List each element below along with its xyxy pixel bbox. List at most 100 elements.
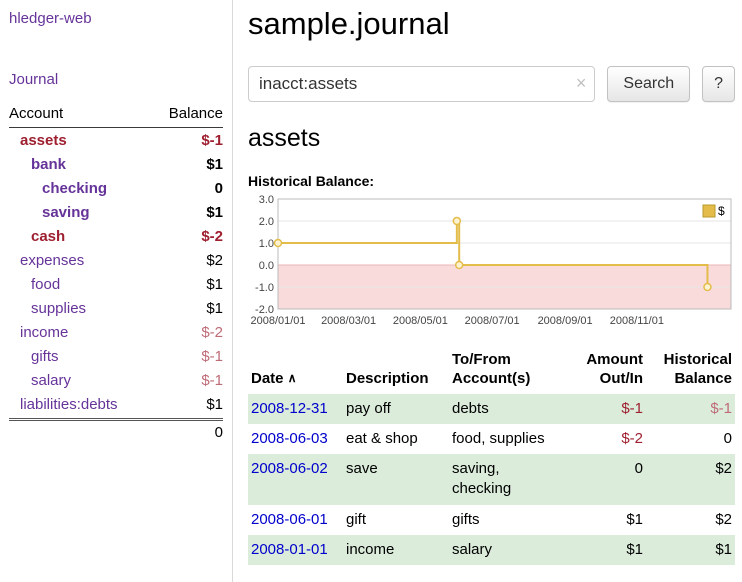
transaction-accounts-cell: salary <box>449 535 562 565</box>
transaction-date-link[interactable]: 2008-06-02 <box>251 460 328 477</box>
app-brand-link[interactable]: hledger-web <box>9 10 223 27</box>
account-row: bank $1 <box>9 152 223 176</box>
account-link[interactable]: liabilities:debts <box>9 396 206 413</box>
transaction-date-cell: 2008-12-31 <box>248 394 343 424</box>
register-row: 2008-06-01 gift gifts $1 $2 <box>248 505 735 535</box>
transaction-balance-cell: 0 <box>646 424 735 454</box>
search-box: × <box>248 66 595 102</box>
amount-header-line1: Amount <box>586 351 643 368</box>
transaction-description-cell: income <box>343 535 449 565</box>
transaction-balance-cell: $2 <box>646 454 735 505</box>
account-heading: assets <box>248 124 735 153</box>
help-button[interactable]: ? <box>702 66 735 102</box>
page-title: sample.journal <box>248 6 735 42</box>
transaction-date-link[interactable]: 2008-06-01 <box>251 511 328 528</box>
svg-text:0.0: 0.0 <box>259 260 274 272</box>
svg-text:2008/03/01: 2008/03/01 <box>321 315 376 327</box>
transaction-date-link[interactable]: 2008-01-01 <box>251 541 328 558</box>
column-date-sort[interactable]: Date ∧ <box>248 349 343 394</box>
transaction-description-cell: gift <box>343 505 449 535</box>
svg-text:$: $ <box>718 204 725 218</box>
date-header-label: Date <box>251 370 284 387</box>
account-row: checking 0 <box>9 176 223 200</box>
account-link[interactable]: supplies <box>9 300 206 317</box>
account-link[interactable]: gifts <box>9 348 201 365</box>
account-balance: $-2 <box>201 228 223 245</box>
column-description: Description <box>343 349 449 394</box>
account-row: salary $-1 <box>9 368 223 392</box>
transaction-amount-cell: $1 <box>562 535 646 565</box>
accounts-header-line1: To/From <box>452 351 511 368</box>
transaction-amount-cell: $1 <box>562 505 646 535</box>
main-panel: sample.journal × Search ? assets Histori… <box>248 0 742 565</box>
transaction-balance-cell: $2 <box>646 505 735 535</box>
account-tree-total: 0 <box>9 418 223 442</box>
account-link[interactable]: salary <box>9 372 201 389</box>
account-link[interactable]: assets <box>9 132 201 149</box>
account-row: food $1 <box>9 272 223 296</box>
sort-ascending-icon: ∧ <box>288 371 297 385</box>
sidebar-item-journal[interactable]: Journal <box>9 71 223 88</box>
transaction-date-link[interactable]: 2008-12-31 <box>251 400 328 417</box>
transaction-description-cell: pay off <box>343 394 449 424</box>
sidebar: hledger-web Journal Account Balance asse… <box>0 0 233 582</box>
account-row: expenses $2 <box>9 248 223 272</box>
account-balance: $1 <box>206 156 223 173</box>
account-row: supplies $1 <box>9 296 223 320</box>
amount-header-line2: Out/In <box>600 370 643 387</box>
account-row: liabilities:debts $1 <box>9 392 223 416</box>
account-tree-header: Account Balance <box>9 105 223 128</box>
transaction-description-cell: eat & shop <box>343 424 449 454</box>
account-link[interactable]: bank <box>9 156 206 173</box>
column-balance: Historical Balance <box>646 349 735 394</box>
search-input[interactable] <box>248 66 595 102</box>
account-balance: $-1 <box>201 348 223 365</box>
register-body: 2008-12-31 pay off debts $-1 $-1 2008-06… <box>248 394 735 566</box>
register-table: Date ∧ Description To/From Account(s) Am… <box>248 349 735 565</box>
clear-search-icon[interactable]: × <box>576 73 587 94</box>
account-balance: $1 <box>206 396 223 413</box>
search-form: × Search ? <box>248 66 735 102</box>
column-amount: Amount Out/In <box>562 349 646 394</box>
register-row: 2008-06-03 eat & shop food, supplies $-2… <box>248 424 735 454</box>
transaction-amount-cell: $-1 <box>562 394 646 424</box>
account-balance: 0 <box>215 180 223 197</box>
transaction-balance-cell: $1 <box>646 535 735 565</box>
description-header-label: Description <box>346 370 429 387</box>
transaction-date-link[interactable]: 2008-06-03 <box>251 430 328 447</box>
svg-text:2008/09/01: 2008/09/01 <box>538 315 593 327</box>
transaction-date-cell: 2008-06-03 <box>248 424 343 454</box>
account-link[interactable]: income <box>9 324 201 341</box>
historical-balance-chart: 3.02.01.00.0-1.0-2.02008/01/012008/03/01… <box>248 195 738 329</box>
register-row: 2008-01-01 income salary $1 $1 <box>248 535 735 565</box>
chart-title: Historical Balance: <box>248 173 735 189</box>
account-link[interactable]: expenses <box>9 252 206 269</box>
search-button[interactable]: Search <box>607 66 690 102</box>
svg-text:2.0: 2.0 <box>259 216 274 228</box>
account-balance: $1 <box>206 300 223 317</box>
transaction-accounts-cell: gifts <box>449 505 562 535</box>
account-balance: $-1 <box>201 132 223 149</box>
register-header-row: Date ∧ Description To/From Account(s) Am… <box>248 349 735 394</box>
account-balance: $-1 <box>201 372 223 389</box>
svg-text:2008/07/01: 2008/07/01 <box>465 315 520 327</box>
svg-text:3.0: 3.0 <box>259 195 274 206</box>
transaction-accounts-cell: debts <box>449 394 562 424</box>
transaction-balance-cell: $-1 <box>646 394 735 424</box>
account-tree: assets $-1 bank $1 checking 0 saving $1 … <box>9 128 223 416</box>
account-link[interactable]: cash <box>9 228 201 245</box>
account-row: cash $-2 <box>9 224 223 248</box>
register-row: 2008-12-31 pay off debts $-1 $-1 <box>248 394 735 424</box>
svg-text:-1.0: -1.0 <box>255 282 274 294</box>
account-balance: $-2 <box>201 324 223 341</box>
svg-text:2008/11/01: 2008/11/01 <box>610 315 664 327</box>
transaction-amount-cell: $-2 <box>562 424 646 454</box>
transaction-date-cell: 2008-06-02 <box>248 454 343 505</box>
column-accounts: To/From Account(s) <box>449 349 562 394</box>
account-link[interactable]: food <box>9 276 206 293</box>
account-link[interactable]: checking <box>9 180 215 197</box>
accounts-header-line2: Account(s) <box>452 370 530 387</box>
transaction-description-cell: save <box>343 454 449 505</box>
account-link[interactable]: saving <box>9 204 206 221</box>
svg-text:1.0: 1.0 <box>259 238 274 250</box>
